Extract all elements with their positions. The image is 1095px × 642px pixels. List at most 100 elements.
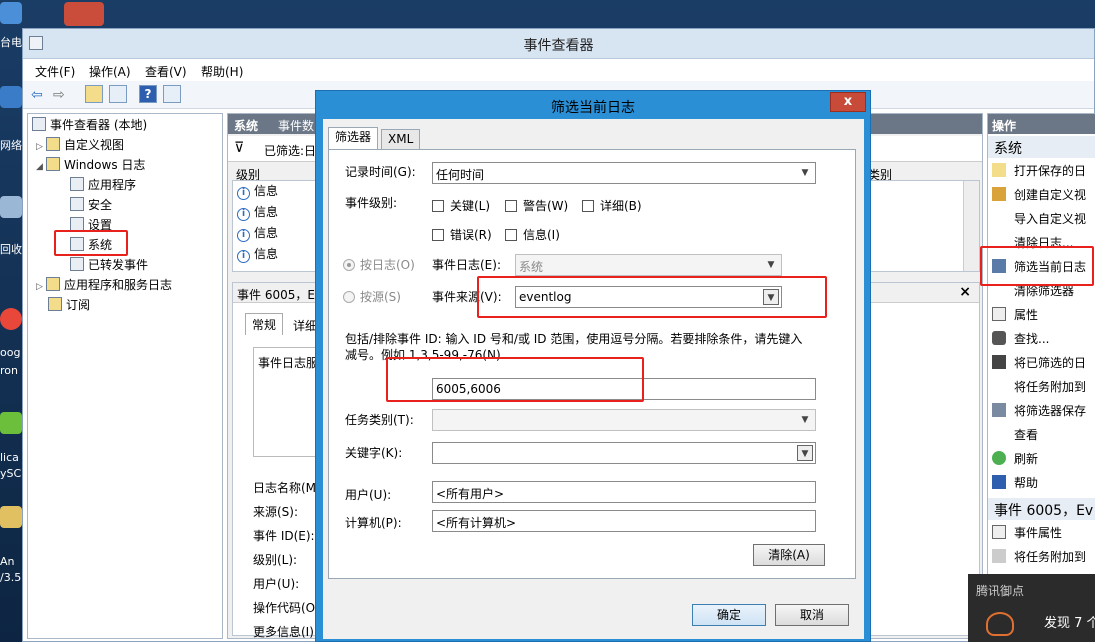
- checkbox-error[interactable]: 错误(R): [432, 226, 492, 243]
- collapse-arrow-icon[interactable]: ◢: [36, 158, 46, 176]
- action-attach-task-event[interactable]: 将任务附加到: [992, 546, 1086, 568]
- task-category-dropdown[interactable]: ▼: [432, 409, 816, 431]
- checkbox-label: 信息(I): [523, 228, 560, 242]
- action-find[interactable]: 查找...: [992, 328, 1049, 350]
- grid-scrollbar[interactable]: [963, 181, 979, 271]
- help-icon[interactable]: ?: [139, 85, 157, 103]
- action-attach-task[interactable]: 将任务附加到: [992, 376, 1086, 398]
- show-hide-action-icon[interactable]: [163, 85, 181, 103]
- detail-title: 事件 6005，Ev: [237, 288, 323, 302]
- action-open-saved-log[interactable]: 打开保存的日: [992, 160, 1086, 182]
- recycle-bin-icon[interactable]: [0, 196, 22, 218]
- tab-xml[interactable]: XML: [381, 129, 421, 149]
- table-row[interactable]: i 信息: [237, 223, 278, 243]
- table-row[interactable]: i 信息: [237, 202, 278, 222]
- checkbox-box[interactable]: [582, 200, 594, 212]
- tree-root[interactable]: 事件查看器 (本地): [32, 116, 147, 134]
- event-sources-dropdown[interactable]: eventlog ▼: [515, 286, 782, 308]
- event-sources-label: 事件来源(V):: [432, 290, 502, 304]
- logged-dropdown[interactable]: 任何时间 ▼: [432, 162, 816, 184]
- binoculars-icon: [992, 331, 1006, 345]
- expand-arrow-icon[interactable]: ▷: [36, 278, 46, 296]
- computer-icon[interactable]: [0, 2, 22, 24]
- chrome-icon[interactable]: [0, 308, 22, 330]
- tree-subscriptions[interactable]: 订阅: [48, 296, 90, 314]
- tree-system[interactable]: 系统: [70, 236, 112, 254]
- computer-input[interactable]: <所有计算机>: [432, 510, 816, 532]
- user-input[interactable]: <所有用户>: [432, 481, 816, 503]
- back-arrow-icon[interactable]: ⇦: [31, 87, 43, 103]
- action-create-custom-view[interactable]: 创建自定义视: [992, 184, 1086, 206]
- checkbox-box[interactable]: [505, 200, 517, 212]
- tree-windows-logs[interactable]: ◢ Windows 日志: [36, 156, 145, 174]
- radio-dot[interactable]: [343, 291, 355, 303]
- checkbox-critical[interactable]: 关键(L): [432, 197, 490, 214]
- tab-general[interactable]: 常规: [245, 313, 284, 335]
- checkbox-verbose[interactable]: 详细(B): [582, 197, 642, 214]
- radio-dot[interactable]: [343, 259, 355, 271]
- network-icon[interactable]: [0, 86, 22, 108]
- expand-arrow-icon[interactable]: ▷: [36, 138, 46, 156]
- tree-forwarded-events[interactable]: 已转发事件: [70, 256, 148, 274]
- clear-button[interactable]: 清除(A): [753, 544, 825, 566]
- action-filter-current-log[interactable]: 筛选当前日志: [992, 256, 1086, 278]
- radio-label: 按源(S): [360, 290, 401, 304]
- menu-file[interactable]: 文件(F): [35, 63, 75, 80]
- cancel-button[interactable]: 取消: [775, 604, 849, 626]
- tray-notification[interactable]: 腾讯御点 发现 7 个: [968, 574, 1095, 642]
- keywords-dropdown[interactable]: ▼: [432, 442, 816, 464]
- shield-icon: [986, 612, 1014, 636]
- action-label: 刷新: [1014, 452, 1039, 466]
- action-help[interactable]: 帮助: [992, 472, 1038, 494]
- actions-header-label: 操作: [992, 119, 1017, 133]
- action-clear-log[interactable]: 清除日志...: [992, 232, 1073, 254]
- action-view[interactable]: 查看: [992, 424, 1038, 446]
- tree-label: 系统: [88, 238, 113, 252]
- menu-help[interactable]: 帮助(H): [201, 63, 243, 80]
- event-ids-input[interactable]: 6005,6006: [432, 378, 816, 400]
- checkbox-warning[interactable]: 警告(W): [505, 197, 568, 214]
- action-import-custom-view[interactable]: 导入自定义视: [992, 208, 1086, 230]
- up-folder-icon[interactable]: [85, 85, 103, 103]
- action-save-filtered-log[interactable]: 将已筛选的日: [992, 352, 1086, 374]
- tab-filter[interactable]: 筛选器: [328, 127, 379, 150]
- window-titlebar[interactable]: 事件查看器: [23, 29, 1094, 59]
- action-label: 将任务附加到: [1014, 550, 1087, 564]
- tree-label: Windows 日志: [64, 158, 146, 172]
- desktop-label: lica: [0, 451, 19, 464]
- tree-security[interactable]: 安全: [70, 196, 112, 214]
- app-shortcut-icon[interactable]: [64, 2, 104, 26]
- tree-application[interactable]: 应用程序: [70, 176, 136, 194]
- dialog-close-button[interactable]: x: [830, 92, 866, 112]
- radio-by-log[interactable]: 按日志(O): [343, 256, 415, 273]
- action-event-properties[interactable]: 事件属性: [992, 522, 1062, 544]
- radio-by-source[interactable]: 按源(S): [343, 288, 401, 305]
- checkbox-box[interactable]: [432, 229, 444, 241]
- tree-custom-views[interactable]: ▷ 自定义视图: [36, 136, 124, 154]
- action-save-filter[interactable]: 将筛选器保存: [992, 400, 1086, 422]
- menu-view[interactable]: 查看(V): [145, 63, 187, 80]
- forward-arrow-icon[interactable]: ⇨: [53, 87, 65, 103]
- action-refresh[interactable]: 刷新: [992, 448, 1038, 470]
- checkbox-box[interactable]: [432, 200, 444, 212]
- menu-action[interactable]: 操作(A): [89, 63, 131, 80]
- detail-close-icon[interactable]: ×: [959, 284, 971, 300]
- action-label: 帮助: [1014, 476, 1039, 490]
- tree-setup[interactable]: 设置: [70, 216, 112, 234]
- tree-app-service-logs[interactable]: ▷ 应用程序和服务日志: [36, 276, 172, 294]
- folder-icon[interactable]: [0, 506, 22, 528]
- chevron-down-icon: ▼: [767, 260, 775, 270]
- event-logs-dropdown[interactable]: 系统 ▼: [515, 254, 782, 276]
- table-row[interactable]: i 信息: [237, 244, 278, 264]
- app-green-icon[interactable]: [0, 412, 22, 434]
- action-clear-filter[interactable]: 清除筛选器: [992, 280, 1074, 302]
- table-row[interactable]: i 信息: [237, 181, 278, 201]
- dialog-titlebar[interactable]: 筛选当前日志: [316, 91, 870, 119]
- checkbox-information[interactable]: 信息(I): [505, 226, 560, 243]
- keywords-label: 关键字(K):: [345, 446, 403, 460]
- show-hide-tree-icon[interactable]: [109, 85, 127, 103]
- action-properties[interactable]: 属性: [992, 304, 1038, 326]
- checkbox-label: 详细(B): [600, 199, 642, 213]
- checkbox-box[interactable]: [505, 229, 517, 241]
- ok-button[interactable]: 确定: [692, 604, 766, 626]
